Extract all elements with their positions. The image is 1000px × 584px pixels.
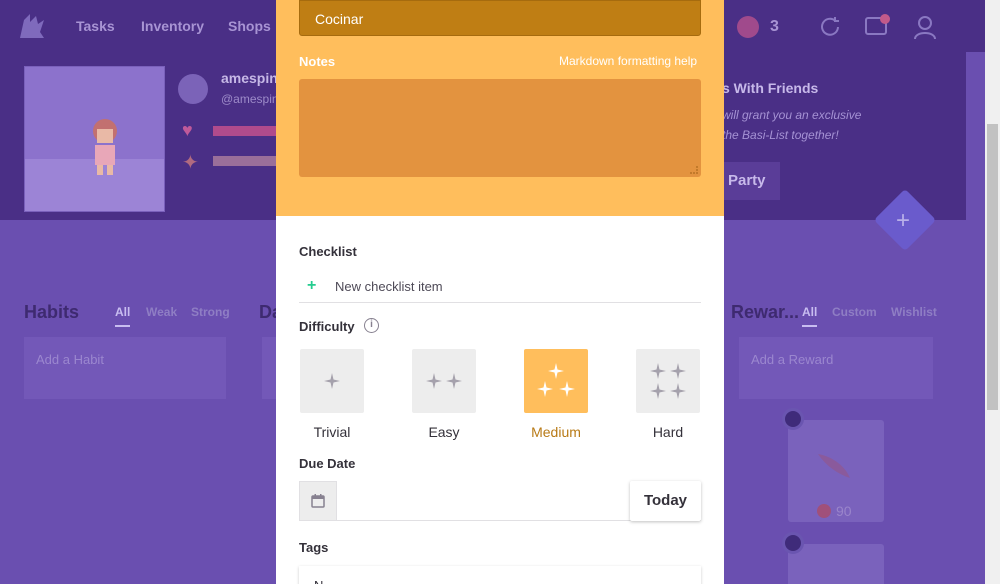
gem-icon xyxy=(737,16,759,38)
user-icon[interactable] xyxy=(912,14,938,40)
page-scrollbar-thumb[interactable] xyxy=(987,124,998,410)
calendar-icon xyxy=(311,494,325,508)
due-date-label: Due Date xyxy=(299,456,356,471)
due-date-input[interactable]: Today xyxy=(299,481,701,521)
add-task-plus-icon: + xyxy=(896,207,911,234)
habits-tab-strong[interactable]: Strong xyxy=(191,305,230,319)
modal-header: Cocinar Notes Markdown formatting help xyxy=(276,0,724,216)
class-icon xyxy=(178,74,208,104)
notes-label: Notes xyxy=(299,54,336,69)
difficulty-medium-button[interactable] xyxy=(524,349,588,413)
difficulty-label: Difficulty xyxy=(299,319,355,334)
reward-price: 90 xyxy=(836,503,852,519)
party-text-2: the Basi-List together! xyxy=(722,128,839,142)
feather-icon xyxy=(818,454,850,478)
habitica-logo-icon[interactable] xyxy=(16,10,48,42)
markdown-help-link[interactable]: Markdown formatting help xyxy=(559,54,697,68)
page-scrollbar[interactable] xyxy=(985,0,1000,584)
difficulty-medium-label: Medium xyxy=(531,424,581,440)
avatar[interactable] xyxy=(24,66,165,212)
new-checklist-item-input[interactable]: + New checklist item xyxy=(299,268,701,303)
rewards-tab-custom[interactable]: Custom xyxy=(832,305,877,319)
profile-handle: @amespin xyxy=(221,92,279,106)
habits-tab-weak[interactable]: Weak xyxy=(146,305,177,319)
sparkle-one-icon xyxy=(324,373,340,389)
nav-inventory[interactable]: Inventory xyxy=(141,18,204,34)
sync-icon[interactable] xyxy=(818,15,842,39)
plus-icon[interactable]: + xyxy=(307,277,316,295)
notes-textarea[interactable] xyxy=(299,79,701,177)
calendar-button[interactable] xyxy=(299,481,337,521)
avatar-character-icon xyxy=(93,119,117,175)
checklist-label: Checklist xyxy=(299,244,357,259)
today-button[interactable]: Today xyxy=(630,481,701,521)
add-reward-input[interactable]: Add a Reward xyxy=(739,337,933,399)
party-text-1: will grant you an exclusive xyxy=(722,108,862,122)
rewards-title: Rewar... xyxy=(731,302,800,322)
reward-card[interactable] xyxy=(788,544,884,584)
sparkle-three-icon xyxy=(537,363,575,397)
checklist-placeholder: New checklist item xyxy=(335,279,443,294)
difficulty-easy-button[interactable] xyxy=(412,349,476,413)
habits-tab-all[interactable]: All xyxy=(115,305,131,327)
rewards-tab-wishlist[interactable]: Wishlist xyxy=(891,305,937,319)
resize-grip-icon[interactable] xyxy=(690,166,698,174)
add-habit-input[interactable]: Add a Habit xyxy=(24,337,226,399)
gems-count: 3 xyxy=(770,18,779,35)
task-title-input[interactable]: Cocinar xyxy=(299,0,701,36)
tags-select[interactable]: N xyxy=(299,566,701,584)
rewards-tab-all[interactable]: All xyxy=(802,305,818,327)
difficulty-hard-button[interactable] xyxy=(636,349,700,413)
reward-clock-icon xyxy=(782,532,804,554)
difficulty-hard-label: Hard xyxy=(652,424,684,440)
tags-label: Tags xyxy=(299,540,329,555)
health-bar xyxy=(213,126,283,136)
task-edit-modal: Cocinar Notes Markdown formatting help C… xyxy=(276,0,724,584)
profile-name: amespin xyxy=(221,70,278,86)
sparkle-four-icon xyxy=(650,363,686,399)
heart-icon: ♥ xyxy=(182,120,193,140)
messages-icon[interactable] xyxy=(864,14,890,40)
gold-coin-icon xyxy=(817,504,831,518)
difficulty-easy-label: Easy xyxy=(428,424,460,440)
party-button[interactable]: Party xyxy=(722,162,780,200)
experience-star-icon: ✦ xyxy=(182,152,199,174)
experience-bar xyxy=(213,156,283,166)
difficulty-trivial-button[interactable] xyxy=(300,349,364,413)
nav-shops[interactable]: Shops xyxy=(228,18,271,34)
habits-title: Habits xyxy=(24,302,80,322)
nav-tasks[interactable]: Tasks xyxy=(76,18,115,34)
sparkle-two-icon xyxy=(426,373,462,389)
reward-clock-icon xyxy=(782,408,804,430)
difficulty-trivial-label: Trivial xyxy=(313,424,351,440)
party-title: s With Friends xyxy=(722,80,819,96)
info-icon[interactable]: i xyxy=(364,318,379,333)
